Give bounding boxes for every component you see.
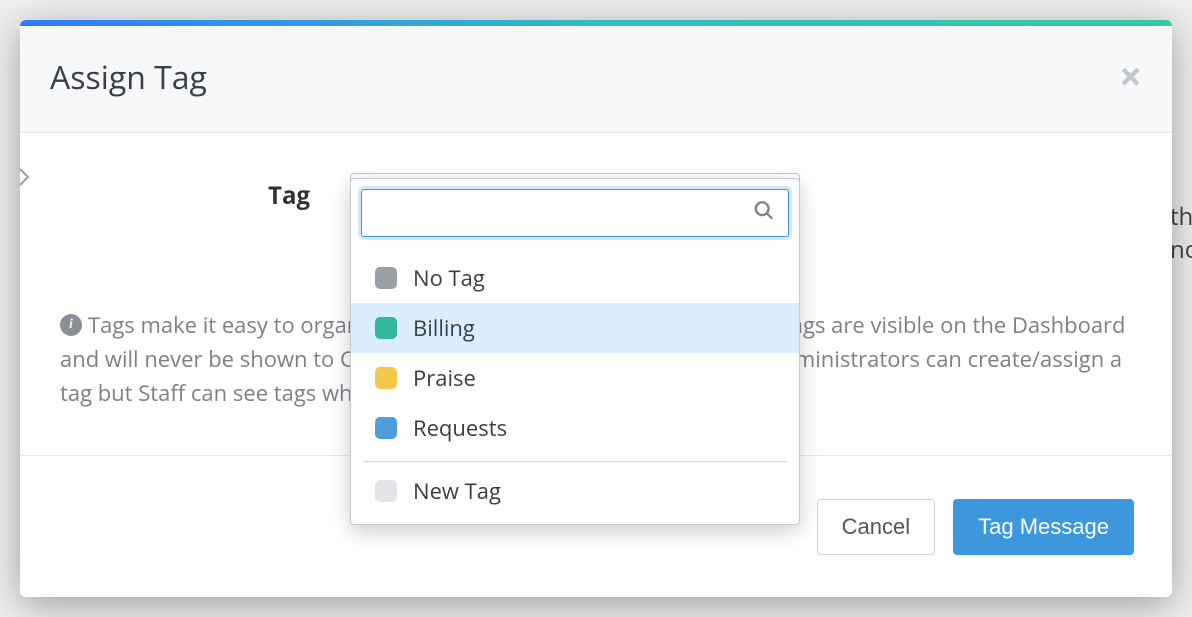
option-swatch — [375, 417, 397, 439]
modal-header: Assign Tag × — [20, 26, 1172, 133]
dropdown-option[interactable]: Requests — [351, 403, 799, 453]
new-tag-label: New Tag — [413, 476, 501, 506]
option-swatch — [375, 267, 397, 289]
option-label: Billing — [413, 313, 475, 343]
tag-message-button[interactable]: Tag Message — [953, 499, 1134, 555]
option-label: Requests — [413, 413, 507, 443]
search-icon — [753, 197, 775, 230]
background-obscured-text: th no — [1170, 200, 1192, 266]
option-label: Praise — [413, 363, 476, 393]
tag-field-label: Tag — [50, 173, 350, 212]
dropdown-divider — [363, 461, 787, 462]
dropdown-option[interactable]: Praise — [351, 353, 799, 403]
dropdown-search-wrap — [351, 179, 799, 247]
modal-title: Assign Tag — [50, 56, 207, 99]
dropdown-search-input[interactable] — [361, 189, 789, 237]
option-swatch — [375, 367, 397, 389]
info-icon: i — [60, 314, 82, 336]
dropdown-option-list: No Tag Billing Praise Requests — [351, 247, 799, 453]
tag-dropdown-panel: No Tag Billing Praise Requests New Tag — [350, 178, 800, 525]
dropdown-new-tag[interactable]: New Tag — [351, 466, 799, 516]
dropdown-option[interactable]: Billing — [351, 303, 799, 353]
option-label: No Tag — [413, 263, 485, 293]
new-tag-swatch — [375, 480, 397, 502]
dropdown-option[interactable]: No Tag — [351, 253, 799, 303]
close-icon[interactable]: × — [1119, 56, 1142, 96]
assign-tag-modal: Assign Tag × Tag No Tag iTags make it ea… — [20, 20, 1172, 597]
option-swatch — [375, 317, 397, 339]
cancel-button[interactable]: Cancel — [817, 499, 935, 555]
